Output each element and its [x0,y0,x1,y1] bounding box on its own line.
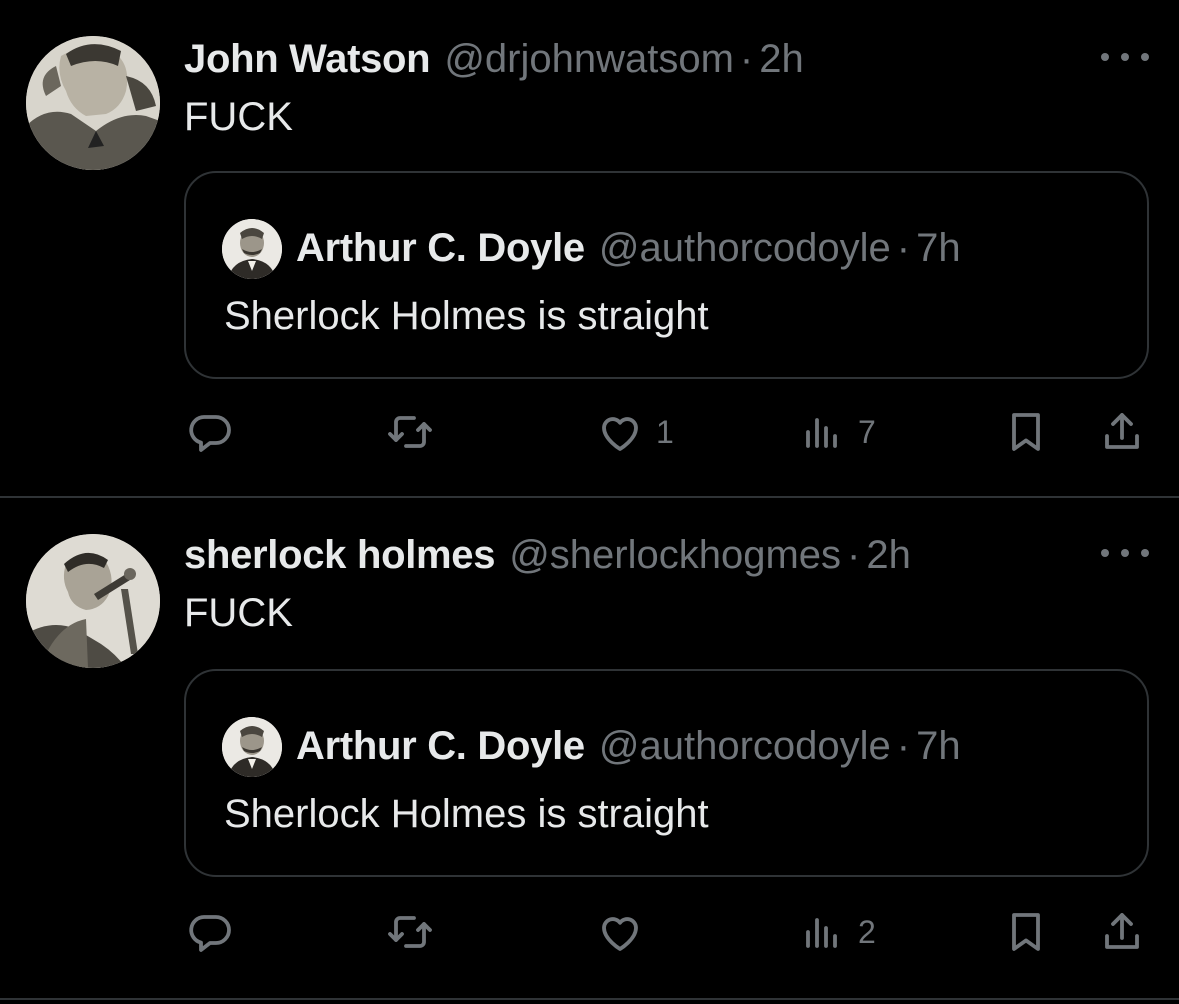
more-icon[interactable] [1101,538,1149,568]
retweet-icon [388,916,432,948]
divider [0,998,1179,1000]
tweet-header: John Watson @drjohnwatsom · 2h [184,34,804,84]
tweet[interactable]: John Watson @drjohnwatsom · 2h FUCK Arth… [0,0,1179,497]
quote-timestamp: 7h [916,724,961,768]
avatar[interactable] [26,36,160,170]
like-button[interactable]: 1 [596,402,674,462]
quote-avatar [222,717,282,777]
tweet-text: FUCK [184,95,293,139]
tweet-header: sherlock holmes @sherlockhogmes · 2h [184,530,911,580]
share-icon [1105,413,1139,449]
bookmark-icon [1012,413,1040,451]
views-count: 2 [858,913,876,950]
quote-header: Arthur C. Doyle @authorcodoyle · 7h [296,223,961,273]
author-handle[interactable]: @sherlockhogmes [509,530,841,580]
action-bar: 2 [0,902,1179,962]
reply-button[interactable] [186,402,246,462]
quote-author-handle: @authorcodoyle [598,226,891,270]
like-icon [602,417,638,451]
timestamp[interactable]: 2h [866,530,911,580]
reply-icon [189,915,231,952]
bookmark-button[interactable] [1002,902,1050,962]
bookmark-icon [1012,913,1040,951]
views-icon [806,418,837,448]
like-icon [602,917,638,951]
retweet-icon [388,416,432,448]
action-bar: 1 7 [0,402,1179,462]
retweet-button[interactable] [386,402,446,462]
quote-text: Sherlock Holmes is straight [224,792,709,836]
retweet-button[interactable] [386,902,446,962]
bookmark-button[interactable] [1002,402,1050,462]
quote-text: Sherlock Holmes is straight [224,294,709,338]
quote-avatar [222,219,282,279]
quote-timestamp: 7h [916,226,961,270]
views-button[interactable]: 2 [798,902,876,962]
quoted-tweet[interactable]: Arthur C. Doyle @authorcodoyle · 7h Sher… [184,669,1149,877]
more-icon[interactable] [1101,42,1149,72]
author-name[interactable]: sherlock holmes [184,530,495,580]
separator: · [896,724,911,768]
share-button[interactable] [1098,902,1146,962]
like-button[interactable] [596,902,656,962]
avatar[interactable] [26,534,160,668]
timestamp[interactable]: 2h [759,34,804,84]
share-icon [1105,913,1139,949]
author-name[interactable]: John Watson [184,34,431,84]
reply-icon [189,415,231,452]
share-button[interactable] [1098,402,1146,462]
quoted-tweet[interactable]: Arthur C. Doyle @authorcodoyle · 7h Sher… [184,171,1149,379]
views-count: 7 [858,413,876,450]
quote-header: Arthur C. Doyle @authorcodoyle · 7h [296,721,961,771]
quote-author-handle: @authorcodoyle [598,724,891,768]
quote-author-name: Arthur C. Doyle [296,226,585,270]
views-button[interactable]: 7 [798,402,876,462]
author-handle[interactable]: @drjohnwatsom [444,34,734,84]
separator: · [739,37,754,81]
views-icon [806,918,837,948]
reply-button[interactable] [186,902,246,962]
quote-author-name: Arthur C. Doyle [296,724,585,768]
tweet[interactable]: sherlock holmes @sherlockhogmes · 2h FUC… [0,498,1179,998]
like-count: 1 [656,413,674,450]
separator: · [847,533,861,577]
tweet-text: FUCK [184,591,293,635]
separator: · [896,226,911,270]
